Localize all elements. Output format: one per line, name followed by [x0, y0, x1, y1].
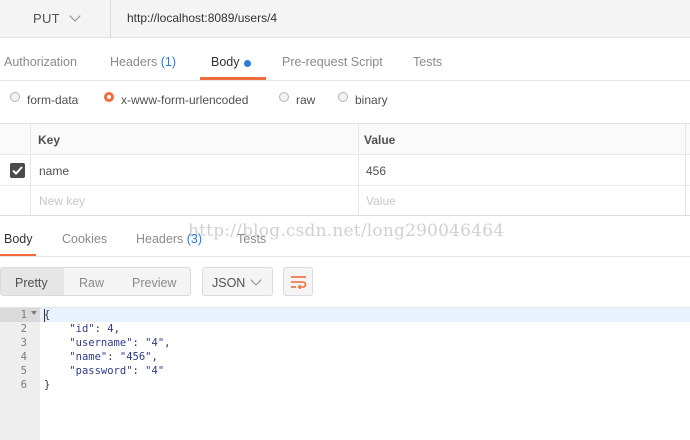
new-value-input[interactable]: Value	[366, 194, 396, 208]
value-column-header: Value	[364, 133, 396, 147]
line-number: 1	[20, 309, 27, 321]
json-separator: ,	[113, 323, 120, 335]
tab-label: Tests	[413, 55, 443, 69]
body-modified-dot	[244, 60, 251, 67]
code-line: }	[44, 379, 50, 391]
new-key-input[interactable]: New key	[39, 194, 85, 208]
line-number: 5	[20, 365, 27, 377]
radio-x-www-form-urlencoded[interactable]	[104, 92, 114, 102]
param-key-input[interactable]: name	[39, 164, 69, 178]
format-label: JSON	[212, 276, 246, 290]
active-line-highlight	[0, 308, 690, 322]
code-line: "id": 4,	[69, 323, 120, 335]
line-number: 3	[20, 337, 27, 349]
tab-label: Body	[4, 232, 33, 246]
json-value: "456"	[119, 351, 152, 363]
wrap-lines-icon	[291, 276, 307, 289]
line-number: 4	[20, 351, 27, 363]
response-tab-body[interactable]: Body	[4, 232, 33, 246]
column-divider	[685, 124, 686, 215]
tab-headers[interactable]: Headers (1)	[110, 55, 176, 69]
json-key: "password"	[69, 365, 133, 377]
url-input[interactable]: http://localhost:8089/users/4	[127, 11, 277, 25]
tab-pre-request-script[interactable]: Pre-request Script	[282, 55, 383, 69]
param-value-input[interactable]: 456	[366, 164, 386, 178]
radio-form-data[interactable]	[10, 92, 20, 102]
view-raw-button[interactable]: Raw	[79, 276, 104, 290]
column-divider	[30, 124, 31, 215]
radio-label-urlencoded: x-www-form-urlencoded	[121, 93, 249, 107]
radio-label-binary: binary	[355, 93, 388, 107]
radio-label-form-data: form-data	[27, 93, 79, 107]
check-icon	[12, 166, 23, 175]
text-cursor	[44, 309, 45, 322]
tab-label: Cookies	[62, 232, 108, 246]
tab-tests[interactable]: Tests	[413, 55, 442, 69]
tab-label: Headers	[136, 232, 184, 246]
watermark: http://blog.csdn.net/long290046464	[188, 221, 505, 241]
line-number: 2	[20, 323, 27, 335]
radio-label-raw: raw	[296, 93, 316, 107]
json-value: "4"	[145, 337, 165, 349]
active-response-tab-indicator	[0, 254, 36, 256]
code-line: "name": "456",	[69, 351, 158, 363]
line-number: 6	[20, 379, 27, 391]
wrap-lines-button[interactable]	[283, 267, 313, 296]
close-brace: }	[44, 379, 51, 391]
view-pretty-button[interactable]: Pretty	[15, 276, 48, 290]
headers-count-badge: (1)	[160, 55, 177, 69]
json-key: "username"	[69, 337, 133, 349]
tab-body[interactable]: Body	[211, 55, 240, 69]
row-divider	[0, 185, 690, 186]
column-divider[interactable]	[358, 124, 359, 215]
table-header	[0, 124, 690, 155]
json-separator: ,	[151, 351, 158, 363]
json-separator: ,	[164, 337, 171, 349]
code-line: "password": "4"	[69, 365, 165, 377]
response-tab-cookies[interactable]: Cookies	[62, 232, 107, 246]
view-preview-button[interactable]: Preview	[132, 276, 176, 290]
radio-binary[interactable]	[338, 92, 348, 102]
json-value: "4"	[145, 365, 165, 377]
code-line: "username": "4",	[69, 337, 171, 349]
json-key: "id"	[69, 323, 95, 335]
key-column-header: Key	[38, 133, 61, 147]
tab-label: Authorization	[4, 55, 77, 69]
method-label: PUT	[33, 11, 60, 26]
tab-label: Pre-request Script	[282, 55, 383, 69]
tab-label: Body	[211, 55, 240, 69]
radio-raw[interactable]	[279, 92, 289, 102]
tab-label: Headers	[110, 55, 158, 69]
active-tab-indicator	[200, 77, 266, 80]
row-enabled-checkbox[interactable]	[10, 163, 25, 178]
json-key: "name"	[69, 351, 108, 363]
fold-toggle-icon[interactable]	[31, 311, 37, 315]
tab-authorization[interactable]: Authorization	[4, 55, 77, 69]
